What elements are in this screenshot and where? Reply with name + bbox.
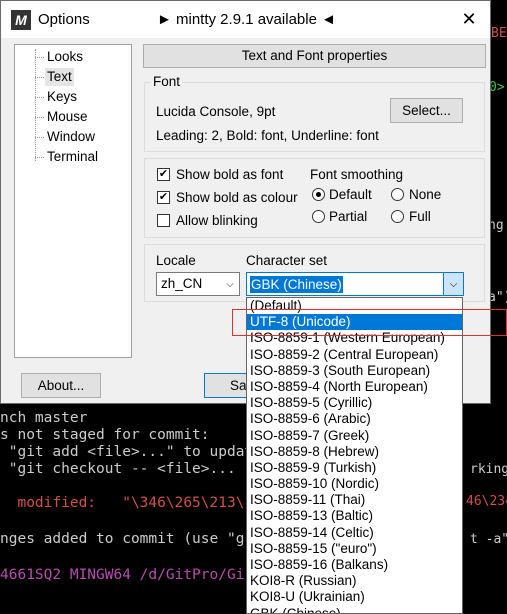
charset-option[interactable]: ISO-8859-8 (Hebrew) (247, 444, 462, 460)
charset-select[interactable]: GBK (Chinese) ⌵ (246, 272, 464, 296)
show-bold-as-font-checkbox[interactable]: ✔ (157, 168, 170, 181)
update-announcement[interactable]: ► mintty 2.9.1 available ◄ (157, 11, 336, 28)
font-name: Lucida Console, 9pt (156, 104, 276, 119)
terminal-line: s not staged for commit: (0, 427, 210, 443)
terminal-line-modified: modified: "\346\265\213\ (0, 495, 245, 511)
nav-item-looks[interactable]: Looks (45, 48, 85, 66)
allow-blinking-checkbox[interactable] (157, 214, 170, 227)
tree-connector (35, 137, 44, 138)
annotation-highlight-box (232, 309, 507, 336)
nav-item-mouse[interactable]: Mouse (45, 108, 90, 126)
window-title: Options (38, 11, 90, 28)
charset-option[interactable]: ISO-8859-14 (Celtic) (247, 525, 462, 541)
charset-option[interactable]: ISO-8859-13 (Baltic) (247, 508, 462, 524)
charset-option[interactable]: ISO-8859-16 (Balkans) (247, 557, 462, 573)
charset-option[interactable]: ISO-8859-5 (Cyrillic) (247, 395, 462, 411)
charset-dropdown-list: (Default) UTF-8 (Unicode) ISO-8859-1 (We… (246, 297, 463, 614)
locale-select[interactable]: zh_CN ⌵ (156, 272, 240, 296)
font-group-label: Font (150, 74, 184, 89)
about-button[interactable]: About... (21, 373, 101, 398)
charset-option[interactable]: ISO-8859-9 (Turkish) (247, 460, 462, 476)
select-font-button[interactable]: Select... (390, 98, 463, 123)
chevron-down-icon[interactable]: ⌵ (443, 273, 463, 295)
category-tree: Looks Text Keys Mouse Window Terminal (14, 44, 132, 358)
smoothing-partial-label[interactable]: Partial (329, 209, 367, 224)
allow-blinking-label[interactable]: Allow blinking (176, 213, 258, 228)
charset-option[interactable]: GBK (Chinese) (247, 606, 462, 613)
charset-option[interactable]: ISO-8859-11 (Thai) (247, 492, 462, 508)
charset-label: Character set (246, 253, 328, 268)
title-bar[interactable]: M Options ► mintty 2.9.1 available ◄ ✕ (1, 1, 490, 38)
charset-option[interactable]: ISO-8859-7 (Greek) (247, 428, 462, 444)
tree-connector (35, 77, 44, 78)
save-button[interactable]: Sa (204, 373, 247, 398)
chevron-down-icon[interactable]: ⌵ (221, 273, 239, 295)
terminal-fragment: t -a") (470, 532, 507, 547)
font-smoothing-label: Font smoothing (310, 167, 404, 182)
tree-connector (35, 57, 44, 58)
charset-option[interactable]: ISO-8859-2 (Central European) (247, 347, 462, 363)
locale-value: zh_CN (161, 276, 203, 291)
terminal-line: "git add <file>..." to updat (0, 444, 254, 460)
show-bold-as-font-label[interactable]: Show bold as font (176, 167, 283, 182)
terminal-line: "git checkout -- <file>... (0, 461, 236, 477)
charset-option[interactable]: ISO-8859-3 (South European) (247, 363, 462, 379)
terminal-fragment: BE (491, 26, 507, 41)
terminal-fragment: 46\234 (466, 494, 507, 509)
mintty-app-icon: M (11, 10, 31, 30)
section-header: Text and Font properties (143, 44, 486, 68)
terminal-line: nges added to commit (use "g (0, 531, 245, 547)
terminal-line: nch master (0, 410, 88, 426)
charset-option[interactable]: ISO-8859-10 (Nordic) (247, 476, 462, 492)
charset-option[interactable]: ISO-8859-15 ("euro") (247, 541, 462, 557)
smoothing-full-label[interactable]: Full (409, 209, 431, 224)
charset-option[interactable]: KOI8-R (Russian) (247, 573, 462, 589)
locale-label: Locale (156, 253, 196, 268)
font-details: Leading: 2, Bold: font, Underline: font (156, 128, 379, 143)
smoothing-partial-radio[interactable] (312, 210, 325, 223)
smoothing-default-label[interactable]: Default (329, 187, 372, 202)
charset-value: GBK (Chinese) (250, 276, 343, 293)
tree-connector (35, 117, 44, 118)
tree-connector (35, 97, 44, 98)
nav-item-text[interactable]: Text (45, 68, 74, 86)
tree-line (35, 49, 37, 161)
charset-option[interactable]: ISO-8859-6 (Arabic) (247, 411, 462, 427)
terminal-fragment: 0> (489, 80, 505, 95)
show-bold-as-colour-label[interactable]: Show bold as colour (176, 190, 298, 205)
nav-item-window[interactable]: Window (45, 128, 97, 146)
tree-connector (35, 157, 44, 158)
show-bold-as-colour-checkbox[interactable]: ✔ (157, 191, 170, 204)
terminal-prompt: 4661SQ2 MINGW64 /d/GitPro/Gi (0, 567, 245, 583)
smoothing-default-radio[interactable] (312, 188, 325, 201)
charset-option[interactable]: ISO-8859-4 (North European) (247, 379, 462, 395)
nav-item-terminal[interactable]: Terminal (45, 148, 100, 166)
nav-item-keys[interactable]: Keys (45, 88, 79, 106)
smoothing-none-label[interactable]: None (409, 187, 441, 202)
smoothing-none-radio[interactable] (391, 188, 404, 201)
terminal-fragment: rking (470, 462, 507, 477)
charset-option[interactable]: KOI8-U (Ukrainian) (247, 589, 462, 605)
smoothing-full-radio[interactable] (391, 210, 404, 223)
close-icon[interactable]: ✕ (459, 9, 479, 30)
